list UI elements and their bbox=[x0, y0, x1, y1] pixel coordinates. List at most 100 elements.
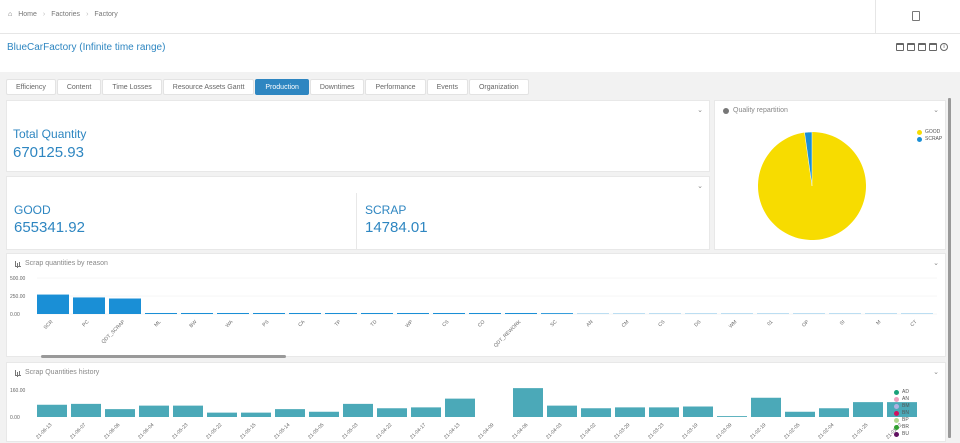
home-icon[interactable]: ⌂ bbox=[8, 11, 12, 18]
bar[interactable] bbox=[513, 388, 543, 417]
bar[interactable] bbox=[505, 313, 537, 314]
bar[interactable] bbox=[325, 313, 357, 314]
bar[interactable] bbox=[469, 313, 501, 314]
bar[interactable] bbox=[217, 313, 249, 314]
bar[interactable] bbox=[343, 404, 373, 417]
x-tick-label: AN bbox=[585, 319, 594, 328]
x-tick-label: 21-04-06 bbox=[511, 422, 530, 441]
x-tick-label: CT bbox=[909, 319, 918, 328]
scrap-card: SCRAP 14784.01 bbox=[361, 193, 707, 249]
info-icon[interactable]: i bbox=[940, 43, 948, 51]
bar[interactable] bbox=[173, 406, 203, 417]
tab-time-losses[interactable]: Time Losses bbox=[102, 79, 161, 95]
tab-efficiency[interactable]: Efficiency bbox=[6, 79, 56, 95]
bar[interactable] bbox=[207, 413, 237, 417]
toolbar: i bbox=[896, 43, 948, 51]
x-tick-label: 21-02-04 bbox=[817, 422, 836, 441]
tab-organization[interactable]: Organization bbox=[469, 79, 529, 95]
x-tick-label: 21-05-15 bbox=[239, 422, 258, 441]
bar[interactable] bbox=[547, 406, 577, 417]
bar[interactable] bbox=[717, 416, 747, 417]
bar[interactable] bbox=[541, 313, 573, 314]
total-quantity-label: Total Quantity bbox=[13, 127, 86, 141]
chevron-down-icon[interactable]: ⌄ bbox=[697, 106, 703, 114]
tab-downtimes[interactable]: Downtimes bbox=[310, 79, 365, 95]
tab-content[interactable]: Content bbox=[57, 79, 102, 95]
scrap-value: 14784.01 bbox=[365, 219, 428, 236]
bar[interactable] bbox=[361, 313, 393, 314]
bar[interactable] bbox=[819, 408, 849, 417]
legend-item[interactable]: BP bbox=[894, 417, 910, 423]
x-tick-label: SC bbox=[549, 319, 558, 328]
calendar-icon[interactable] bbox=[896, 43, 904, 51]
horizontal-scrollbar[interactable] bbox=[41, 355, 286, 358]
history-legend: ADANBMBNBPBRBU bbox=[894, 389, 910, 438]
legend-dot bbox=[894, 390, 899, 395]
bar[interactable] bbox=[181, 313, 213, 314]
tab-events[interactable]: Events bbox=[427, 79, 468, 95]
x-tick-label: DS bbox=[693, 319, 703, 329]
bar[interactable] bbox=[71, 404, 101, 417]
bar[interactable] bbox=[105, 409, 135, 417]
x-tick-label: 21-05-23 bbox=[171, 422, 190, 441]
calendar-edit-icon[interactable] bbox=[929, 43, 937, 51]
x-tick-label: PC bbox=[81, 319, 90, 328]
bar[interactable] bbox=[109, 299, 141, 314]
bar[interactable] bbox=[73, 297, 105, 314]
x-tick-label: CS bbox=[657, 319, 667, 329]
x-tick-label: SCR bbox=[43, 319, 55, 331]
breadcrumb-factories[interactable]: Factories bbox=[51, 11, 80, 18]
bar[interactable] bbox=[649, 407, 679, 417]
x-tick-label: 21-05-22 bbox=[205, 422, 224, 441]
title-bar: BlueCarFactory (Infinite time range) i bbox=[0, 34, 960, 72]
legend-item[interactable]: AD bbox=[894, 389, 910, 395]
bar[interactable] bbox=[433, 313, 465, 314]
bar[interactable] bbox=[37, 405, 67, 417]
legend-item[interactable]: AN bbox=[894, 396, 910, 402]
calendar-icon[interactable] bbox=[907, 43, 915, 51]
calendar-icon[interactable] bbox=[918, 43, 926, 51]
tab-performance[interactable]: Performance bbox=[365, 79, 425, 95]
bar[interactable] bbox=[145, 313, 177, 314]
legend-item[interactable]: BM bbox=[894, 403, 910, 409]
bar[interactable] bbox=[615, 407, 645, 417]
scrap-history-chart: 160.000.0021-06-1321-06-0721-06-0621-06-… bbox=[7, 363, 947, 443]
bar[interactable] bbox=[37, 295, 69, 314]
tab-production[interactable]: Production bbox=[255, 79, 308, 95]
bar[interactable] bbox=[377, 408, 407, 417]
bar[interactable] bbox=[785, 412, 815, 417]
bar[interactable] bbox=[397, 313, 429, 314]
scrap-reason-panel: Scrap quantities by reason ⌄ 500.00250.0… bbox=[6, 253, 946, 357]
breadcrumb-home[interactable]: Home bbox=[18, 11, 37, 18]
x-tick-label: 21-06-13 bbox=[35, 422, 54, 441]
bar[interactable] bbox=[289, 313, 321, 314]
bar[interactable] bbox=[445, 399, 475, 417]
bar[interactable] bbox=[683, 407, 713, 418]
legend-label: BU bbox=[902, 431, 909, 437]
bar[interactable] bbox=[581, 408, 611, 417]
bar[interactable] bbox=[751, 398, 781, 417]
document-icon[interactable] bbox=[912, 11, 920, 21]
legend-item[interactable]: BU bbox=[894, 431, 910, 437]
x-tick-label: CM bbox=[621, 319, 631, 329]
vertical-scrollbar[interactable] bbox=[948, 98, 951, 438]
chevron-down-icon[interactable]: ⌄ bbox=[697, 182, 703, 190]
y-tick-label: 500.00 bbox=[10, 276, 26, 282]
x-tick-label: 21-03-23 bbox=[647, 422, 666, 441]
bar[interactable] bbox=[253, 313, 285, 314]
legend-dot bbox=[894, 425, 899, 430]
bar[interactable] bbox=[411, 407, 441, 417]
bar[interactable] bbox=[309, 412, 339, 417]
bar[interactable] bbox=[853, 402, 883, 417]
legend-dot bbox=[894, 432, 899, 437]
x-tick-label: M bbox=[875, 319, 882, 326]
legend-item[interactable]: BR bbox=[894, 424, 910, 430]
legend-dot bbox=[894, 397, 899, 402]
breadcrumb-factory[interactable]: Factory bbox=[94, 11, 117, 18]
bar[interactable] bbox=[275, 409, 305, 417]
legend-item[interactable]: BN bbox=[894, 410, 910, 416]
tab-resource-assets-gantt[interactable]: Resource Assets Gantt bbox=[163, 79, 255, 95]
bar[interactable] bbox=[241, 413, 271, 417]
bar[interactable] bbox=[139, 406, 169, 417]
legend-label: BN bbox=[902, 410, 909, 416]
